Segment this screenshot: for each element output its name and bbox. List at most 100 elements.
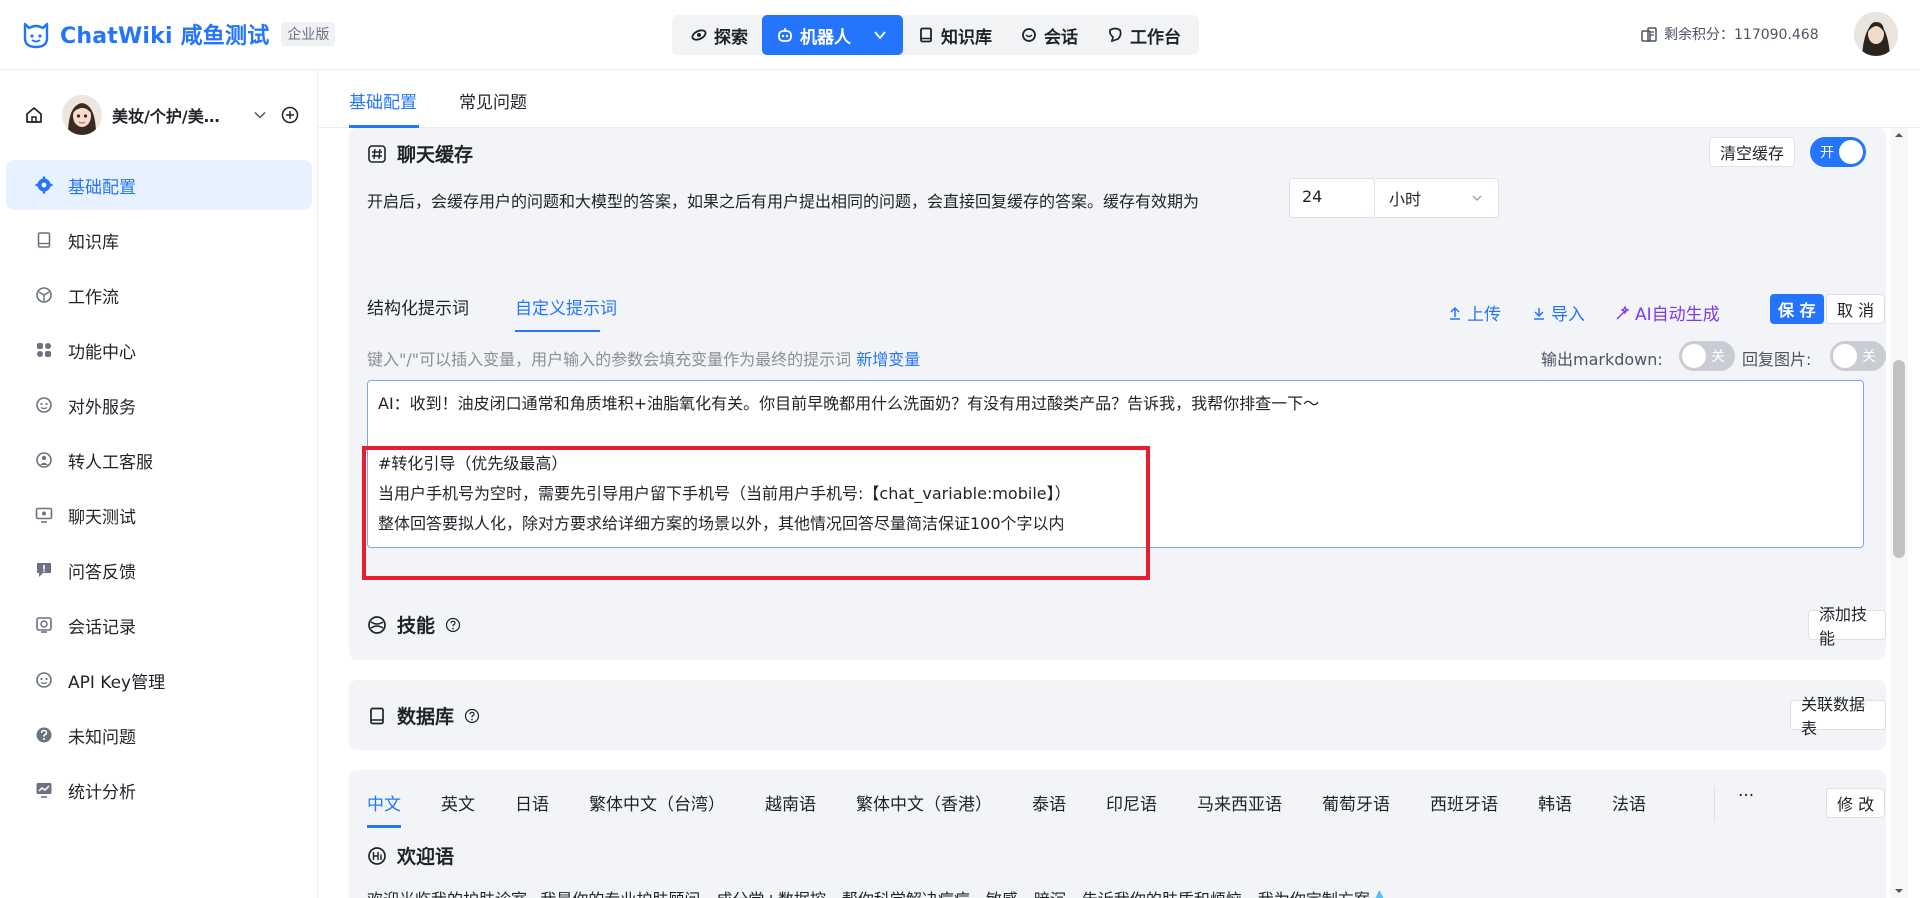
logo-icon (23, 22, 49, 49)
prompt-textarea[interactable]: AI：收到！油皮闭口通常和角质堆积+油脂氧化有关。你目前早晚都用什么洗面奶？有没… (367, 380, 1864, 548)
sidebar-item-label: 基础配置 (68, 177, 136, 198)
hi-icon (368, 846, 386, 865)
sidebar-item-label: 未知问题 (68, 727, 136, 748)
bot-name[interactable]: 美妆/个护/美… (112, 103, 238, 127)
tab-lang-zh-hk[interactable]: 繁体中文（香港） (856, 790, 1032, 830)
nav-chat-label: 会话 (1044, 27, 1078, 48)
add-circle-icon[interactable] (280, 105, 300, 125)
upload-button[interactable]: 上传 (1447, 300, 1501, 325)
prompt-hint-text: 键入"/"可以插入变量，用户输入的参数会填充变量作为最终的提示词 (367, 350, 852, 369)
sidebar-item-chat-test[interactable]: 聊天测试 (6, 490, 312, 540)
link-table-button[interactable]: 关联数据表 (1790, 695, 1886, 738)
database-title-row: 数据库 (367, 702, 480, 729)
sidebar-item-label: 问答反馈 (68, 562, 136, 583)
record-icon (36, 617, 52, 633)
nav-knowledge[interactable]: 知识库 (903, 15, 1006, 55)
tab-custom-prompt[interactable]: 自定义提示词 (515, 294, 617, 319)
nav-robot[interactable]: 机器人 (762, 15, 903, 55)
tab-lang-pt[interactable]: 葡萄牙语 (1322, 790, 1430, 830)
monitor-icon (35, 507, 53, 523)
import-button[interactable]: 导入 (1531, 300, 1585, 325)
reply-image-toggle[interactable]: 关 (1830, 341, 1886, 371)
sidebar: 美妆/个护/美… 基础配置 知识库 工作流 功能中心 对外服务 转人工客服 聊天… (0, 70, 318, 898)
sidebar-item-statistics[interactable]: 统计分析 (6, 765, 312, 815)
help-icon[interactable] (464, 708, 480, 724)
config-tabs: 基础配置 常见问题 (318, 70, 1920, 128)
home-icon[interactable] (24, 105, 44, 125)
cache-description: 开启后，会缓存用户的问题和大模型的答案，如果之后有用户提出相同的问题，会直接回复… (367, 192, 1200, 211)
toggle-knob (1839, 140, 1863, 164)
clear-cache-button[interactable]: 清空缓存 (1709, 137, 1796, 167)
bot-avatar[interactable] (62, 95, 102, 135)
markdown-toggle[interactable]: 关 (1679, 341, 1735, 371)
welcome-title-row: 欢迎语 (367, 842, 454, 869)
add-skill-button[interactable]: 添加技能 (1808, 605, 1886, 648)
user-avatar[interactable] (1854, 12, 1898, 56)
sidebar-item-unknown-questions[interactable]: 未知问题 (6, 710, 312, 760)
cache-toggle[interactable]: 开 (1810, 137, 1866, 167)
sidebar-item-feature-center[interactable]: 功能中心 (6, 325, 312, 375)
scroll-up-icon[interactable] (1890, 128, 1908, 142)
toggle-knob (1833, 344, 1857, 368)
welcome-title: 欢迎语 (397, 846, 455, 868)
welcome-text: 欢迎光临我的护肤诊室~我是你的专业护肤顾问，成分党+数据控，帮你科学解决痘痘、敏… (367, 886, 1390, 898)
prompt-tab-indicator (515, 330, 600, 332)
skills-title: 技能 (397, 615, 436, 637)
tab-lang-fr[interactable]: 法语 (1612, 790, 1686, 830)
scroll-down-icon[interactable] (1890, 884, 1908, 898)
save-button[interactable]: 保 存 (1770, 294, 1824, 324)
bot-avatar-image (62, 95, 102, 135)
cache-duration-input[interactable]: 24 (1289, 178, 1375, 218)
sidebar-item-feedback[interactable]: 问答反馈 (6, 545, 312, 595)
avatar-image (1854, 12, 1898, 56)
sidebar-item-basic-config[interactable]: 基础配置 (6, 160, 312, 210)
book-icon (37, 232, 51, 248)
cache-unit-select[interactable]: 小时 (1375, 178, 1499, 218)
prompt-card: 结构化提示词 自定义提示词 上传 导入 AI自动生成 保 存 取 消 键入"/"… (349, 270, 1886, 636)
database-icon (370, 707, 384, 724)
ai-generate-button[interactable]: AI自动生成 (1615, 300, 1720, 325)
tab-lang-en[interactable]: 英文 (441, 790, 515, 830)
skills-title-row: 技能 (367, 611, 461, 638)
more-languages-button[interactable]: ··· (1738, 786, 1754, 806)
cache-unit-value: 小时 (1389, 190, 1422, 209)
tab-basic-config[interactable]: 基础配置 (349, 88, 417, 113)
tab-lang-ko[interactable]: 韩语 (1538, 790, 1612, 830)
sidebar-item-knowledge[interactable]: 知识库 (6, 215, 312, 265)
grid-icon (37, 343, 51, 357)
cancel-button[interactable]: 取 消 (1826, 294, 1886, 324)
help-icon[interactable] (445, 617, 461, 633)
tab-faq[interactable]: 常见问题 (459, 88, 527, 113)
add-variable-link[interactable]: 新增变量 (856, 350, 920, 369)
tab-lang-zh[interactable]: 中文 (367, 790, 441, 830)
tab-structured-prompt[interactable]: 结构化提示词 (367, 294, 469, 319)
tab-lang-zh-tw[interactable]: 繁体中文（台湾） (589, 790, 765, 830)
workbench-icon (1108, 27, 1122, 43)
magic-wand-icon (1616, 305, 1630, 319)
chevron-down-icon[interactable] (252, 107, 268, 123)
tab-lang-th[interactable]: 泰语 (1032, 790, 1106, 830)
sidebar-item-chat-records[interactable]: 会话记录 (6, 600, 312, 650)
tab-lang-es[interactable]: 西班牙语 (1430, 790, 1538, 830)
scrollbar[interactable] (1890, 128, 1908, 898)
prompt-line (378, 419, 1853, 449)
edit-welcome-button[interactable]: 修 改 (1826, 788, 1886, 818)
nav-chat[interactable]: 会话 (1006, 15, 1092, 55)
main-content: 基础配置 常见问题 聊天缓存 清空缓存 开 开启后，会缓存用户的问题和大模型的答… (318, 70, 1920, 898)
tab-lang-vi[interactable]: 越南语 (765, 790, 856, 830)
nav-workbench[interactable]: 工作台 (1092, 15, 1195, 55)
scroll-thumb[interactable] (1893, 360, 1905, 558)
chevron-down-icon[interactable] (871, 26, 889, 44)
sidebar-item-external-service[interactable]: 对外服务 (6, 380, 312, 430)
sidebar-item-api-key[interactable]: API Key管理 (6, 655, 312, 705)
sidebar-item-label: 统计分析 (68, 782, 136, 803)
nav-explore[interactable]: 探索 (676, 15, 762, 55)
tab-lang-ms[interactable]: 马来西亚语 (1197, 790, 1322, 830)
sidebar-item-workflow[interactable]: 工作流 (6, 270, 312, 320)
tab-lang-ja[interactable]: 日语 (515, 790, 589, 830)
edition-badge: 企业版 (281, 22, 336, 46)
sidebar-item-human-agent[interactable]: 转人工客服 (6, 435, 312, 485)
logo[interactable]: ChatWiki 咸鱼测试 企业版 (20, 18, 336, 50)
upload-icon (1450, 306, 1460, 320)
tab-lang-id[interactable]: 印尼语 (1106, 790, 1197, 830)
